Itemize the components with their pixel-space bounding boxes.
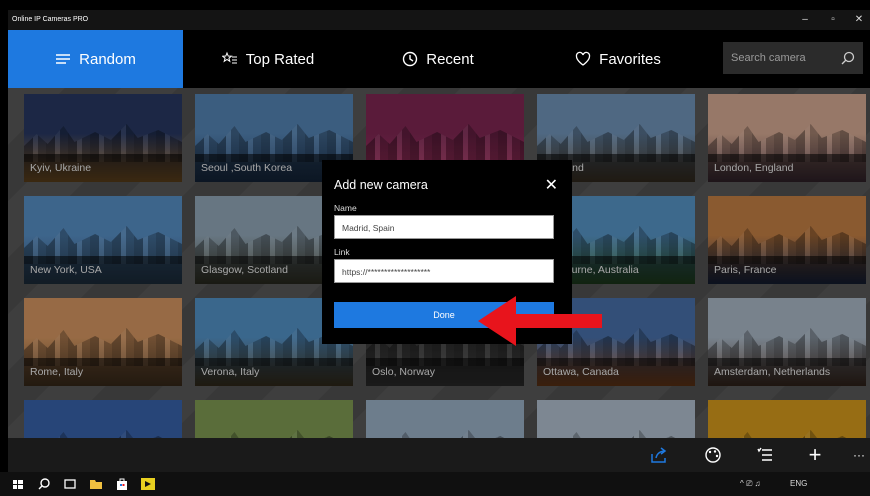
add-icon[interactable]: +	[806, 444, 824, 466]
title-bar: Online IP Cameras PRO – ▫ ✕	[8, 10, 870, 30]
task-view-icon[interactable]	[62, 476, 78, 492]
search-icon[interactable]	[36, 476, 52, 492]
menu-lines-icon	[56, 54, 71, 64]
top-nav: Random Top Rated Recent Favorites Search…	[8, 30, 870, 88]
link-field[interactable]: https://*******************	[334, 259, 554, 283]
ip-cameras-app-icon[interactable]	[140, 476, 156, 492]
bottom-app-bar: + ···	[8, 438, 870, 472]
share-icon[interactable]	[650, 446, 668, 464]
name-field[interactable]: Madrid, Spain	[334, 215, 554, 239]
search-icon[interactable]	[841, 51, 855, 65]
clock-icon	[403, 51, 418, 67]
tab-label: Random	[79, 50, 136, 68]
dialog-title: Add new camera	[334, 178, 428, 192]
red-arrow-annotation	[478, 296, 602, 346]
file-explorer-icon[interactable]	[88, 476, 104, 492]
tab-random[interactable]: Random	[8, 30, 183, 88]
list-settings-icon[interactable]	[756, 446, 774, 464]
language-indicator[interactable]: ENG	[790, 472, 807, 496]
windows-start-icon[interactable]	[10, 476, 26, 492]
tab-label: Top Rated	[245, 50, 315, 68]
store-icon[interactable]	[114, 476, 130, 492]
close-window-button[interactable]: ✕	[844, 10, 870, 30]
heart-icon	[576, 51, 591, 66]
tab-recent[interactable]: Recent	[353, 30, 523, 88]
search-placeholder: Search camera	[731, 52, 806, 64]
link-label: Link	[334, 247, 350, 257]
star-list-icon	[221, 51, 237, 64]
name-label: Name	[334, 203, 357, 213]
close-icon[interactable]: ✕	[545, 175, 558, 195]
app-title: Online IP Cameras PRO	[12, 16, 89, 23]
tab-label: Recent	[426, 50, 474, 68]
tab-top-rated[interactable]: Top Rated	[183, 30, 353, 88]
palette-icon[interactable]	[704, 446, 722, 464]
app-window: Online IP Cameras PRO – ▫ ✕ Random Top R…	[8, 10, 870, 472]
search-input[interactable]: Search camera	[723, 42, 863, 74]
system-tray-icons[interactable]: ^ ⎚ ♫	[740, 472, 761, 496]
minimize-button[interactable]: –	[790, 10, 820, 30]
tab-label: Favorites	[599, 50, 661, 68]
more-icon[interactable]: ···	[848, 446, 870, 464]
tab-favorites[interactable]: Favorites	[523, 30, 713, 88]
windows-taskbar: ^ ⎚ ♫ ENG	[0, 472, 870, 496]
